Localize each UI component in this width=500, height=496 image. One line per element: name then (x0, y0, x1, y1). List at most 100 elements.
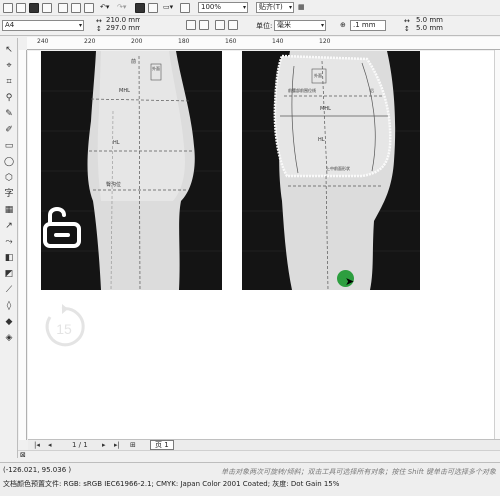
photo-label: 前 (131, 59, 137, 65)
page-navigator: |◂ ◂ 1 / 1 ▸ ▸| ⊞ 页 1 (28, 439, 500, 450)
ruler-tick: 200 (131, 38, 143, 45)
replay-15-graphic: 15 (45, 304, 85, 347)
freehand-tool-icon[interactable]: ✎ (3, 108, 15, 120)
nudge-distance-field[interactable]: .1 mm (350, 20, 386, 31)
photo-label: 臀沟位 (106, 182, 122, 188)
color-palette[interactable] (494, 50, 500, 440)
shape-tool-icon[interactable]: ⌖ (3, 60, 15, 72)
current-page-icon[interactable] (228, 20, 238, 30)
app-launcher-icon[interactable] (180, 3, 190, 13)
property-bar: A4 ▾ ↔ 210.0 mm ↕ 297.0 mm 单位: 毫米 ▾ ⊕ .1 m… (0, 16, 500, 36)
paste-icon[interactable] (84, 3, 94, 13)
portrait-icon[interactable] (186, 20, 196, 30)
chevron-down-icon: ▾ (320, 22, 324, 29)
duplicate-y-field[interactable]: 5.0 mm (414, 24, 454, 35)
page-width-icon: ↔ (96, 17, 102, 25)
photo-label: 外面 (152, 66, 160, 71)
ellipse-tool-icon[interactable]: ◯ (3, 156, 15, 168)
first-page-button[interactable]: |◂ (34, 441, 40, 449)
dimension-tool-icon[interactable]: ↗ (3, 220, 15, 232)
ruler-tick: 160 (225, 38, 237, 45)
copy-icon[interactable] (71, 3, 81, 13)
svg-text:15: 15 (56, 321, 72, 337)
photo-label: 外面 (314, 73, 322, 78)
zoom-tool-icon[interactable]: ⚲ (3, 92, 15, 104)
previous-page-button[interactable]: ◂ (48, 441, 52, 449)
new-document-icon[interactable] (3, 3, 13, 13)
status-hint: 单击对象两次可旋转/倾斜；双击工具可选择所有对象；按住 Shift 键单击可选择… (221, 468, 496, 476)
duplicate-x-icon: ↔ (404, 17, 410, 25)
lock-open-graphic (43, 207, 81, 248)
photo-label: HL (318, 137, 325, 143)
zoom-level-select[interactable]: 100% ▾ (198, 2, 248, 13)
duplicate-y-icon: ↕ (404, 25, 410, 33)
export-icon[interactable] (148, 3, 158, 13)
cursor-coordinates: (-126.021, 95.036 ) (3, 466, 72, 474)
add-page-button[interactable]: ⊞ (130, 441, 136, 449)
pick-tool-icon[interactable]: ↖ (3, 44, 15, 56)
horizontal-ruler[interactable]: 240 220 200 180 160 140 120 (27, 37, 500, 50)
mannequin-side-photo[interactable]: 前 外面 MHL HL 臀沟位 (41, 51, 222, 290)
photo-label: 上中前面形状 (326, 166, 350, 171)
cut-icon[interactable] (58, 3, 68, 13)
transparency-tool-icon[interactable]: ◩ (3, 268, 15, 280)
ruler-tick: 120 (319, 38, 331, 45)
redo-icon[interactable]: ↷▾ (117, 3, 126, 11)
standard-toolbar: ↶▾ ↷▾ ▭▾ 100% ▾ 贴齐(T) ▾ ▦ (0, 0, 500, 16)
units-select[interactable]: 毫米 ▾ (274, 20, 326, 31)
nudge-icon: ⊕ (340, 21, 346, 29)
eyedropper-tool-icon[interactable]: ⟋ (3, 284, 15, 296)
crop-tool-icon[interactable]: ⌗ (3, 76, 15, 88)
mannequin-front-photo[interactable]: 外面 前腰部前围位线 后 MHL HL 上中前面形状 (242, 51, 420, 290)
page-height-icon: ↕ (96, 25, 102, 33)
page-tab[interactable]: 页 1 (150, 440, 174, 450)
rectangle-tool-icon[interactable]: ▭ (3, 140, 15, 152)
page-height-field[interactable]: 297.0 mm (104, 24, 140, 35)
vertical-ruler[interactable] (19, 50, 27, 440)
document-palette[interactable]: ⊠ (18, 450, 500, 460)
print-icon[interactable] (42, 3, 52, 13)
photo-label: MHL (119, 88, 130, 94)
replay-15-icon[interactable]: 15 (40, 303, 88, 351)
arrow-pointer-icon: ➤ (345, 275, 355, 288)
ruler-tick: 240 (37, 38, 49, 45)
polygon-tool-icon[interactable]: ⬡ (3, 172, 15, 184)
photo-label: 后 (370, 88, 374, 93)
undo-icon[interactable]: ↶▾ (100, 3, 109, 11)
mannequin-side-graphic (41, 51, 222, 290)
blend-tool-icon[interactable]: ◧ (3, 252, 15, 264)
last-page-button[interactable]: ▸| (114, 441, 120, 449)
paper-size-select[interactable]: A4 ▾ (2, 20, 84, 31)
options-icon[interactable]: ▦ (298, 3, 305, 11)
publish-pdf-icon[interactable]: ▭▾ (163, 3, 173, 11)
photo-label: MHL (320, 106, 331, 112)
save-icon[interactable] (29, 3, 39, 13)
photo-label: 前腰部前围位线 (288, 88, 316, 93)
table-tool-icon[interactable]: ▦ (3, 204, 15, 216)
drawing-canvas[interactable]: 前 外面 MHL HL 臀沟位 外面 前腰部前围位线 后 MHL HL 上中前面… (28, 51, 500, 439)
open-icon[interactable] (16, 3, 26, 13)
no-fill-icon[interactable]: ⊠ (20, 451, 26, 459)
units-label: 单位: (256, 22, 273, 30)
chevron-down-icon: ▾ (288, 4, 292, 11)
artistic-media-icon[interactable]: ✐ (3, 124, 15, 136)
ruler-tick: 180 (178, 38, 190, 45)
landscape-icon[interactable] (199, 20, 209, 30)
ruler-tick: 140 (272, 38, 284, 45)
lock-open-icon[interactable] (42, 204, 84, 248)
outline-tool-icon[interactable]: ◊ (3, 300, 15, 312)
next-page-button[interactable]: ▸ (102, 441, 106, 449)
chevron-down-icon: ▾ (242, 4, 246, 11)
photo-label: HL (113, 140, 120, 146)
connector-tool-icon[interactable]: ⤳ (3, 236, 15, 248)
text-tool-icon[interactable]: 字 (3, 188, 15, 200)
color-profile-info[interactable]: 文档颜色预置文件: RGB: sRGB IEC61966-2.1; CMYK: … (3, 479, 339, 489)
toolbox: ↖ ⌖ ⌗ ⚲ ✎ ✐ ▭ ◯ ⬡ 字 ▦ ↗ ⤳ ◧ ◩ ⟋ ◊ ◆ ◈ (0, 38, 18, 458)
snap-to-select[interactable]: 贴齐(T) ▾ (256, 2, 294, 13)
all-pages-icon[interactable] (215, 20, 225, 30)
fill-tool-icon[interactable]: ◆ (3, 316, 15, 328)
smart-fill-icon[interactable]: ◈ (3, 332, 15, 344)
import-icon[interactable] (135, 3, 145, 13)
page-count: 1 / 1 (72, 441, 88, 449)
status-bar: (-126.021, 95.036 ) 单击对象两次可旋转/倾斜；双击工具可选择… (0, 462, 500, 496)
